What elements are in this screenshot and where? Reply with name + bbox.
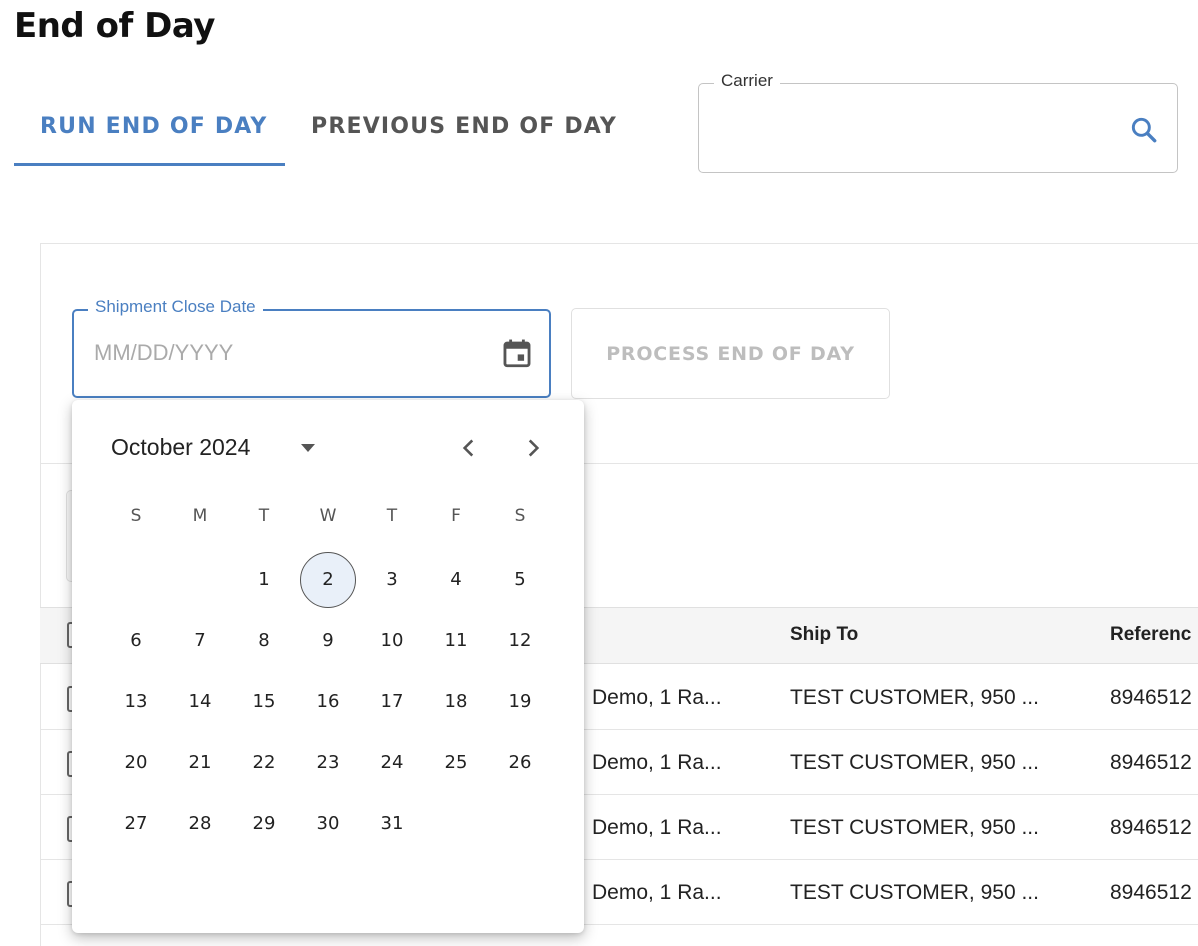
calendar-day[interactable]: 30 — [300, 796, 356, 852]
calendar-day[interactable]: 10 — [364, 613, 420, 669]
calendar-weekday-label: T — [386, 506, 398, 526]
calendar-day[interactable]: 4 — [428, 552, 484, 608]
carrier-label: Carrier — [714, 71, 780, 91]
calendar-day[interactable]: 29 — [236, 796, 292, 852]
cell-ship-from: Demo, 1 Ra... — [592, 751, 722, 774]
cell-ship-to: TEST CUSTOMER, 950 ... — [790, 751, 1039, 774]
calendar-day[interactable]: 15 — [236, 674, 292, 730]
calendar-day[interactable]: 31 — [364, 796, 420, 852]
cell-reference: 8946512 — [1110, 686, 1192, 709]
calendar-day[interactable]: 11 — [428, 613, 484, 669]
calendar-day[interactable]: 9 — [300, 613, 356, 669]
tab-previous-end-of-day[interactable]: PREVIOUS END OF DAY — [311, 114, 617, 139]
process-end-of-day-button[interactable]: PROCESS END OF DAY — [571, 308, 890, 399]
calendar-day[interactable]: 6 — [108, 613, 164, 669]
chevron-right-icon[interactable] — [520, 434, 546, 462]
calendar-day[interactable]: 28 — [172, 796, 228, 852]
chevron-down-icon[interactable] — [296, 438, 320, 458]
calendar-day[interactable]: 14 — [172, 674, 228, 730]
cell-reference: 8946512 — [1110, 881, 1192, 904]
calendar-day[interactable]: 16 — [300, 674, 356, 730]
calendar-day[interactable]: 13 — [108, 674, 164, 730]
cell-ship-from: Demo, 1 Ra... — [592, 686, 722, 709]
calendar-month-label[interactable]: October 2024 — [111, 434, 250, 461]
cell-reference: 8946512 — [1110, 816, 1192, 839]
cell-ship-from: Demo, 1 Ra... — [592, 881, 722, 904]
calendar-day[interactable]: 26 — [492, 735, 548, 791]
carrier-input[interactable] — [712, 108, 1112, 148]
calendar-weekday-label: F — [451, 506, 461, 526]
column-header-ship-to: Ship To — [790, 624, 859, 645]
calendar-day[interactable]: 1 — [236, 552, 292, 608]
shipment-close-date-label: Shipment Close Date — [88, 297, 263, 317]
calendar-day[interactable]: 17 — [364, 674, 420, 730]
cell-ship-to: TEST CUSTOMER, 950 ... — [790, 881, 1039, 904]
cell-reference: 8946512 — [1110, 751, 1192, 774]
cell-ship-to: TEST CUSTOMER, 950 ... — [790, 686, 1039, 709]
calendar-weekday-label: S — [130, 506, 142, 526]
calendar-day[interactable]: 23 — [300, 735, 356, 791]
active-tab-indicator — [14, 163, 285, 166]
calendar-day[interactable]: 3 — [364, 552, 420, 608]
calendar-day[interactable]: 25 — [428, 735, 484, 791]
calendar-day[interactable]: 12 — [492, 613, 548, 669]
chevron-left-icon[interactable] — [456, 434, 482, 462]
calendar-day[interactable]: 7 — [172, 613, 228, 669]
cell-ship-from: Demo, 1 Ra... — [592, 816, 722, 839]
calendar-day[interactable]: 5 — [492, 552, 548, 608]
calendar-day[interactable]: 21 — [172, 735, 228, 791]
calendar-weekday-label: M — [192, 506, 208, 526]
calendar-weekday-label: W — [319, 506, 337, 526]
calendar-weekday-label: S — [514, 506, 526, 526]
calendar-day[interactable]: 2 — [300, 552, 356, 608]
calendar-day[interactable]: 8 — [236, 613, 292, 669]
cell-ship-to: TEST CUSTOMER, 950 ... — [790, 816, 1039, 839]
calendar-weekday-label: T — [258, 506, 270, 526]
tab-run-end-of-day[interactable]: RUN END OF DAY — [40, 114, 268, 139]
search-icon[interactable] — [1128, 114, 1160, 146]
page-title: End of Day — [14, 6, 215, 46]
calendar-day[interactable]: 19 — [492, 674, 548, 730]
column-header-reference: Referenc — [1110, 624, 1192, 645]
calendar-day[interactable]: 22 — [236, 735, 292, 791]
calendar-day[interactable]: 18 — [428, 674, 484, 730]
calendar-day[interactable]: 27 — [108, 796, 164, 852]
calendar-icon[interactable] — [500, 336, 534, 370]
shipment-close-date-input[interactable] — [94, 333, 474, 373]
calendar-day[interactable]: 20 — [108, 735, 164, 791]
calendar-day[interactable]: 24 — [364, 735, 420, 791]
